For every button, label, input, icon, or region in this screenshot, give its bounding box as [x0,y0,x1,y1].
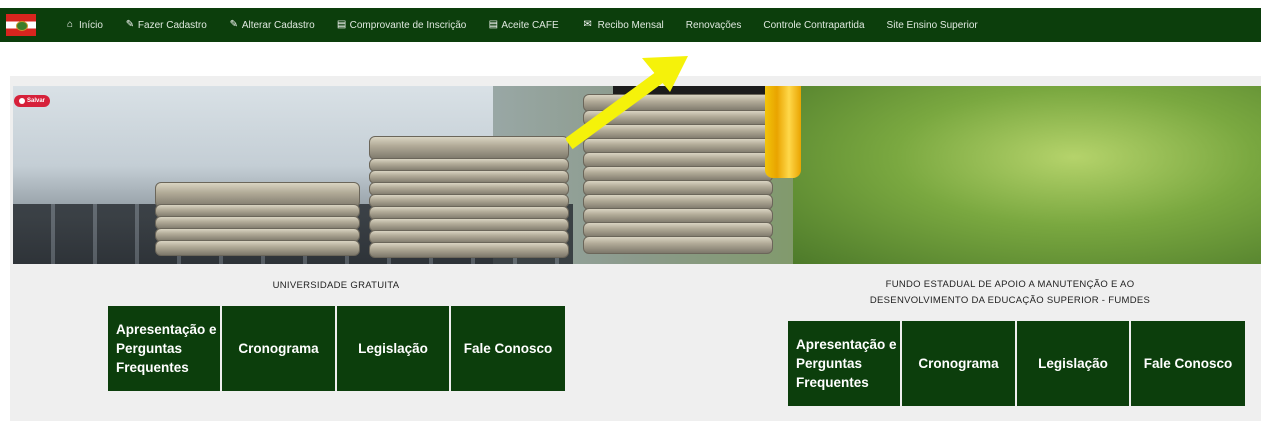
nav-item-label: Comprovante de Inscrição [349,19,467,31]
tile-apresentacao-perguntas[interactable]: Apresentação e Perguntas Frequentes [108,306,220,391]
tile-legislacao[interactable]: Legislação [337,306,449,391]
tile-label: Cronograma [238,341,319,356]
nav-item-label: Recibo Mensal [597,19,664,31]
home-icon: ⌂ [66,19,74,30]
pinterest-save-button[interactable]: Salvar [14,95,51,107]
tile-apresentacao-perguntas-fumdes[interactable]: Apresentação e Perguntas Frequentes [788,321,900,406]
tile-fale-conosco[interactable]: Fale Conosco [451,306,565,391]
nav-item-comprovante-inscricao[interactable]: ▤ Comprovante de Inscrição [336,19,467,31]
nav-item-label: Início [79,19,103,31]
tile-label: Legislação [358,341,428,356]
pinterest-icon [19,98,25,104]
santa-catarina-flag-logo[interactable] [6,14,36,36]
section-title-fumdes: FUNDO ESTADUAL DE APOIO A MANUTENÇÃO E A… [869,279,1151,306]
document-icon: ▤ [488,19,499,30]
tassel-image [765,86,801,178]
nav-item-label: Aceite CAFE [501,19,559,31]
nav-item-recibo-mensal[interactable]: ✉ Recibo Mensal [581,19,664,31]
nav-item-label: Renovações [685,19,742,31]
tile-label: Apresentação e Perguntas Frequentes [116,322,217,375]
edit-icon: ✎ [125,19,135,30]
coin-stack-small [155,182,360,262]
nav-item-inicio[interactable]: ⌂ Início [64,20,103,31]
section-title-universidade-gratuita: UNIVERSIDADE GRATUITA [272,280,400,291]
tile-label: Legislação [1038,356,1108,371]
left-button-row: Apresentação e Perguntas Frequentes Cron… [108,306,565,391]
document-icon: ▤ [336,19,347,30]
nav-item-renovacoes[interactable]: Renovações [686,20,742,31]
tile-label: Fale Conosco [463,341,553,356]
tile-cronograma-fumdes[interactable]: Cronograma [902,321,1015,406]
nav-item-label: Alterar Cadastro [241,19,315,31]
tile-legislacao-fumdes[interactable]: Legislação [1017,321,1129,406]
nav-item-controle-contrapartida[interactable]: Controle Contrapartida [763,20,864,31]
top-navigation: ⌂ Início ✎ Fazer Cadastro ✎ Alterar Cada… [0,8,1261,42]
nav-item-alterar-cadastro[interactable]: ✎ Alterar Cadastro [229,20,315,31]
tile-label: Apresentação e Perguntas Frequentes [796,337,897,390]
nav-item-site-ensino-superior[interactable]: Site Ensino Superior [887,20,978,31]
coin-stack-medium [369,136,569,264]
nav-item-label: Site Ensino Superior [886,19,978,31]
yellow-arrow-annotation [566,56,688,150]
tile-label: Fale Conosco [1143,356,1233,371]
save-button-label: Salvar [27,98,46,104]
edit-icon: ✎ [229,19,239,30]
tile-cronograma[interactable]: Cronograma [222,306,335,391]
tile-label: Cronograma [918,356,999,371]
nav-item-label: Fazer Cadastro [137,19,207,31]
nav-item-aceite-cafe[interactable]: ▤ Aceite CAFE [488,19,559,31]
envelope-icon: ✉ [583,19,592,30]
tile-fale-conosco-fumdes[interactable]: Fale Conosco [1131,321,1245,406]
right-button-row: Apresentação e Perguntas Frequentes Cron… [788,321,1245,406]
nav-item-label: Controle Contrapartida [763,19,865,31]
nav-item-fazer-cadastro[interactable]: ✎ Fazer Cadastro [125,20,207,31]
